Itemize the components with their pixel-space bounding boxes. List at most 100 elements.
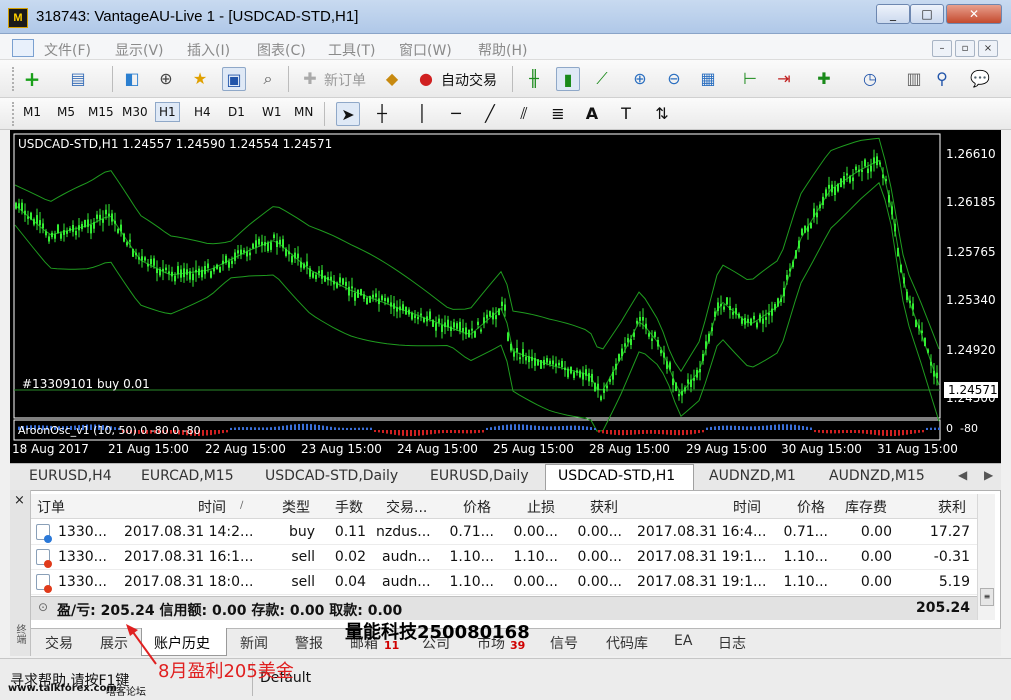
menu-view[interactable]: 显示(V) [115,40,164,60]
tf-mn[interactable]: MN [294,105,313,119]
market-watch-icon[interactable]: ◧ [120,67,144,91]
col-type[interactable]: 类型 [282,497,310,517]
periods-clock-icon[interactable]: ◷ [858,67,882,91]
col-stop-loss[interactable]: 止损 [527,497,555,517]
vertical-line-icon[interactable]: │ [410,102,434,126]
menu-charts[interactable]: 图表(C) [257,40,306,60]
mdi-restore-button[interactable]: ▫ [955,40,975,57]
scrollbar-thumb[interactable]: ≡ [980,588,994,606]
crosshair-icon[interactable]: ┼ [370,102,394,126]
line-chart-icon[interactable]: ⟋ [590,67,614,91]
tab-trade[interactable]: 交易 [45,633,73,653]
tf-h4[interactable]: H4 [194,105,211,119]
tab-scroll-left-icon[interactable]: ◀ [958,468,967,482]
chat-icon[interactable]: 💬 [968,67,992,91]
mdi-minimize-button[interactable]: – [932,40,952,57]
strategy-tester-icon[interactable]: ⌕ [256,67,280,91]
menu-help[interactable]: 帮助(H) [478,40,527,60]
profiles-icon[interactable]: ▤ [66,67,90,91]
minimize-button[interactable]: _ [876,4,910,24]
arrows-dropdown-icon[interactable]: ⇅ [650,102,674,126]
tf-m5[interactable]: M5 [57,105,75,119]
oscillator-bar [678,430,680,436]
col-price[interactable]: 价格 [463,497,491,517]
tf-w1[interactable]: W1 [262,105,282,119]
col-close-time[interactable]: 时间 [733,497,761,517]
menu-window[interactable]: 窗口(W) [399,40,452,60]
chart-tab[interactable]: EURUSD,Daily [430,468,529,484]
indicators-icon[interactable]: ✚ [812,67,836,91]
new-order-icon[interactable]: ✚ [298,67,322,91]
chart-tab[interactable]: AUDNZD,M1 [709,468,796,484]
terminal-close-icon[interactable]: × [14,493,25,508]
oscillator-bar [610,430,612,435]
col-symbol[interactable]: 交易... [386,497,427,517]
equidistant-channel-icon[interactable]: ⫽ [512,102,536,126]
toolbar-grip[interactable] [12,67,16,91]
tab-news[interactable]: 新闻 [240,633,268,653]
zoom-out-icon[interactable]: ⊖ [662,67,686,91]
col-order[interactable]: 订单 [37,497,65,517]
tf-m15[interactable]: M15 [88,105,114,119]
menu-file[interactable]: 文件(F) [44,40,91,60]
tile-windows-icon[interactable]: ▦ [696,67,720,91]
new-chart-icon[interactable]: + [20,67,44,91]
templates-icon[interactable]: ▥ [902,67,926,91]
maximize-button[interactable]: □ [910,4,944,24]
mdi-close-button[interactable]: × [978,40,998,57]
horizontal-line-icon[interactable]: ─ [444,102,468,126]
fibonacci-icon[interactable]: ≣ [546,102,570,126]
tab-code-base[interactable]: 代码库 [606,633,648,653]
candlestick-chart-icon[interactable]: ▮ [556,67,580,91]
menu-tools[interactable]: 工具(T) [328,40,375,60]
tab-experts[interactable]: EA [674,633,692,649]
search-icon[interactable]: ⚲ [930,67,954,91]
bar-chart-icon[interactable]: ╫ [522,67,546,91]
tab-account-history[interactable]: 账户历史 [154,633,210,653]
chart-tab[interactable]: USDCAD-STD,Daily [265,468,398,484]
candle-body [933,370,935,377]
chart-shift-icon[interactable]: ⇥ [772,67,796,91]
col-take-profit[interactable]: 获利 [590,497,618,517]
tab-signals[interactable]: 信号 [550,633,578,653]
tf-d1[interactable]: D1 [228,105,245,119]
col-swap[interactable]: 库存费 [845,497,887,517]
auto-scroll-icon[interactable]: ⊢ [738,67,762,91]
chart-tab[interactable]: AUDNZD,M15 [829,468,925,484]
tab-scroll-right-icon[interactable]: ▶ [984,468,993,482]
tab-journal[interactable]: 日志 [718,633,746,653]
chart-tab[interactable]: EURCAD,M15 [141,468,234,484]
cursor-arrow-icon[interactable]: ➤ [336,102,360,126]
price-chart[interactable] [10,130,1001,463]
trendline-icon[interactable]: ╱ [478,102,502,126]
auto-trading-icon[interactable]: ● [414,67,438,91]
text-tool-icon[interactable]: A [580,102,604,126]
chart-tab[interactable]: EURUSD,H4 [29,468,112,484]
auto-trading-button[interactable]: 自动交易 [441,70,497,90]
text-label-icon[interactable]: T [614,102,638,126]
col-open-time[interactable]: 时间 [198,497,226,517]
crosshair-target-icon[interactable]: ⊕ [154,67,178,91]
tf-h1[interactable]: H1 [155,102,180,122]
close-button[interactable]: ✕ [946,4,1002,24]
tf-m30[interactable]: M30 [122,105,148,119]
navigator-star-icon[interactable]: ★ [188,67,212,91]
oscillator-bar [454,430,456,434]
menu-insert[interactable]: 插入(I) [187,40,230,60]
chart-tab-selected[interactable]: USDCAD-STD,H1 [558,468,675,484]
cell-close-price: 0.71... [783,524,828,540]
toolbar-grip[interactable] [12,102,16,126]
zoom-in-icon[interactable]: ⊕ [628,67,652,91]
candle-body [192,273,194,281]
tab-alerts[interactable]: 警报 [295,633,323,653]
col-close-price[interactable]: 价格 [797,497,825,517]
app-logo-icon[interactable]: M [8,8,28,28]
new-order-button[interactable]: 新订单 [324,70,366,90]
col-profit[interactable]: 获利 [938,497,966,517]
cell-profit: 17.27 [929,524,970,540]
metaeditor-icon[interactable]: ◆ [380,67,404,91]
terminal-icon[interactable]: ▣ [222,67,246,91]
chart-window-icon[interactable] [12,39,34,57]
tf-m1[interactable]: M1 [23,105,41,119]
col-lots[interactable]: 手数 [335,497,363,517]
